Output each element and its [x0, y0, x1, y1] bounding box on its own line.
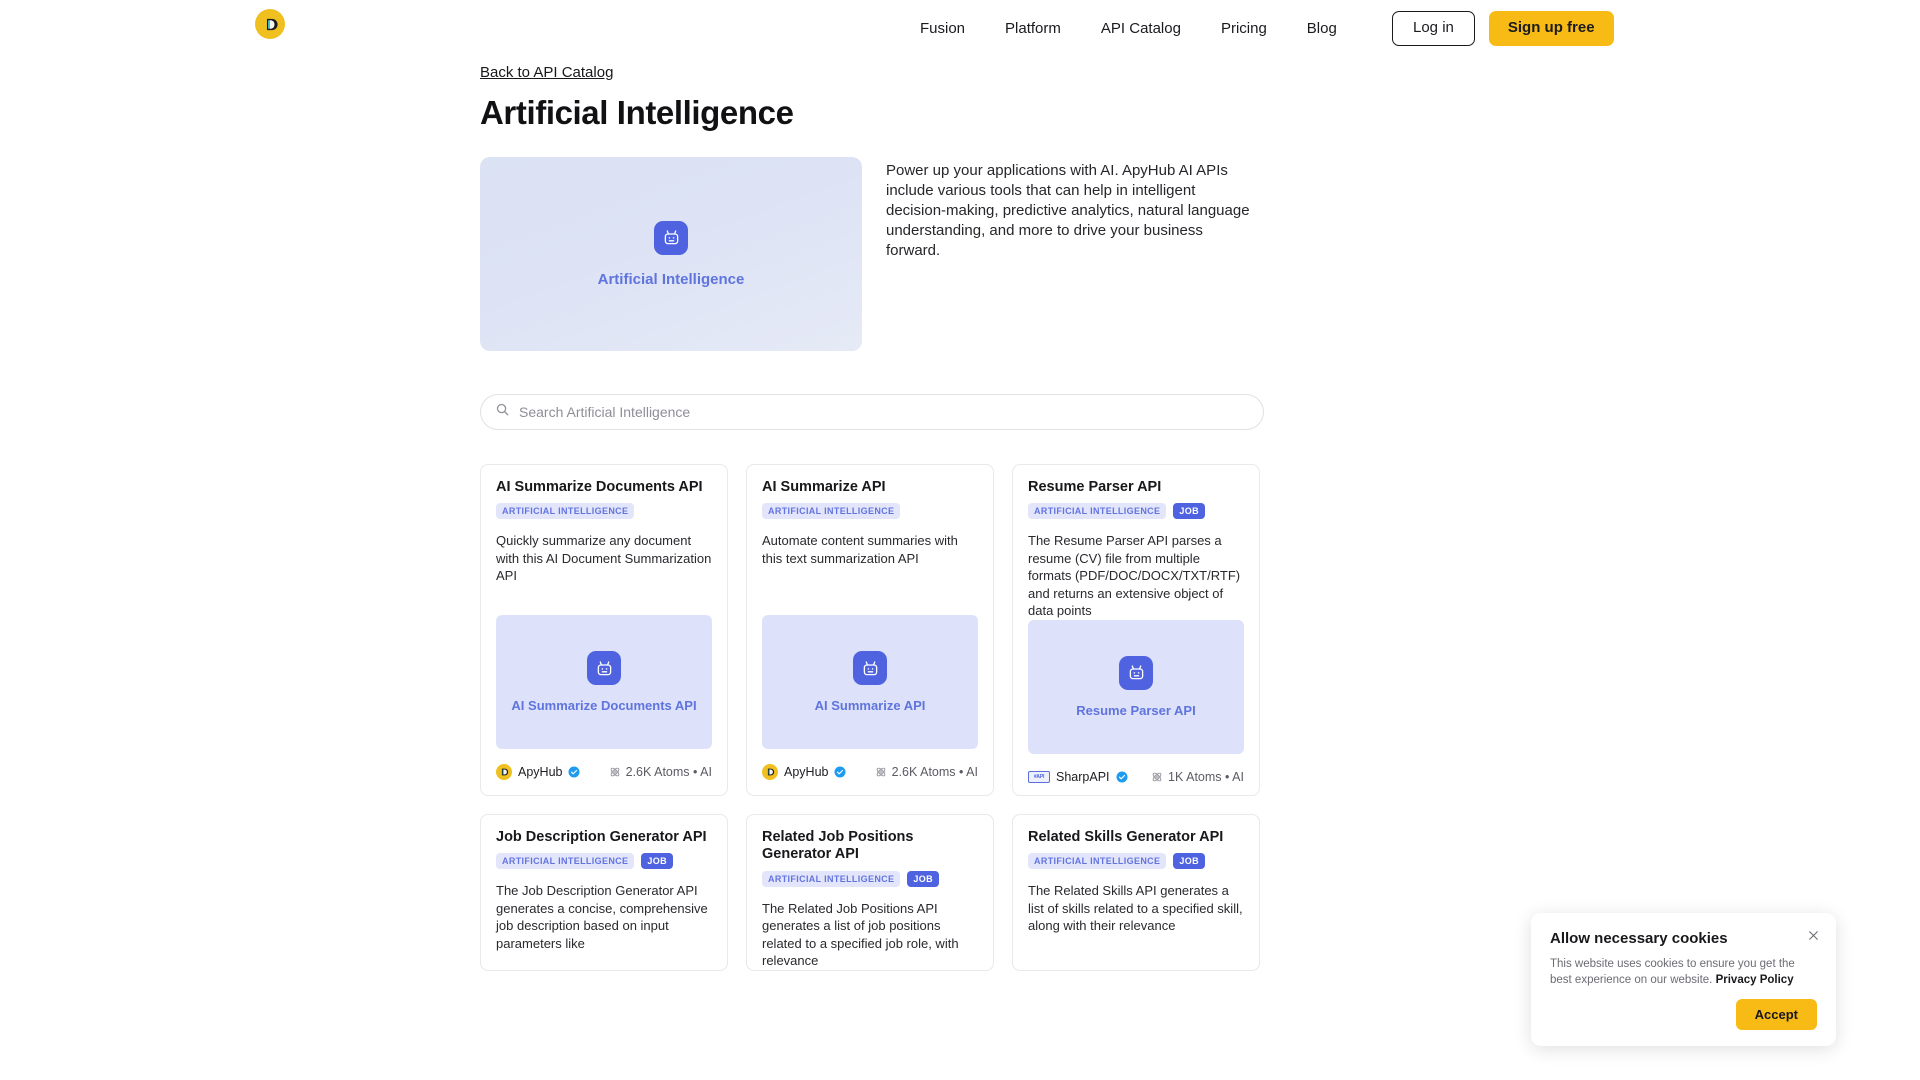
card-provider: ApyHub — [762, 764, 846, 780]
privacy-policy-link[interactable]: Privacy Policy — [1716, 974, 1794, 986]
search-icon — [495, 402, 510, 422]
api-card[interactable]: Related Job Positions Generator API ARTI… — [746, 814, 994, 971]
card-footer: #API SharpAPI 1K Atoms • AI — [1028, 754, 1244, 795]
badge-category: ARTIFICIAL INTELLIGENCE — [762, 503, 901, 520]
search-input[interactable] — [519, 404, 1249, 420]
card-title: Resume Parser API — [1028, 479, 1162, 495]
accept-cookies-button[interactable]: Accept — [1735, 999, 1817, 1030]
hero-description: Power up your applications with AI. ApyH… — [886, 162, 1250, 259]
signup-button[interactable]: Sign up free — [1488, 11, 1614, 46]
card-provider-name: ApyHub — [784, 765, 829, 779]
api-card-grid: AI Summarize Documents API ARTIFICIAL IN… — [480, 464, 1440, 971]
hero-section: Artificial Intelligence Power up your ap… — [480, 157, 1440, 351]
site-header: Fusion Platform API Catalog Pricing Blog… — [0, 0, 1920, 58]
nav-item-blog[interactable]: Blog — [1287, 0, 1357, 58]
card-badges: ARTIFICIAL INTELLIGENCE JOB — [762, 870, 978, 887]
apyhub-logo-icon — [255, 9, 285, 39]
card-description: The Job Description Generator API genera… — [496, 883, 708, 951]
card-atoms: 1K Atoms • AI — [1151, 770, 1244, 784]
atom-icon — [876, 767, 885, 777]
cookie-banner-title: Allow necessary cookies — [1550, 930, 1728, 947]
card-thumbnail-label: AI Summarize API — [814, 698, 926, 713]
card-provider: ApyHub — [496, 764, 580, 780]
page-content: Back to API Catalog Artificial Intellige… — [480, 60, 1440, 971]
badge-category: ARTIFICIAL INTELLIGENCE — [496, 853, 635, 870]
card-title: AI Summarize Documents API — [496, 479, 703, 495]
card-description: The Related Job Positions API generates … — [762, 900, 959, 969]
card-thumbnail-label: Resume Parser API — [1076, 702, 1196, 718]
apyhub-logo-icon — [496, 764, 512, 780]
robot-icon — [853, 651, 887, 685]
atom-icon — [1152, 772, 1162, 782]
nav-item-fusion[interactable]: Fusion — [900, 0, 985, 58]
card-atoms: 2.6K Atoms • AI — [875, 765, 978, 779]
api-card[interactable]: Resume Parser API ARTIFICIAL INTELLIGENC… — [1012, 464, 1260, 796]
card-thumbnail: AI Summarize Documents API — [496, 615, 712, 749]
search-box[interactable] — [480, 394, 1264, 430]
api-card[interactable]: Job Description Generator API ARTIFICIAL… — [480, 814, 728, 971]
apyhub-logo-link[interactable] — [255, 9, 285, 39]
api-card[interactable]: Related Skills Generator API ARTIFICIAL … — [1012, 814, 1260, 971]
hero-card-label: Artificial Intelligence — [597, 270, 745, 288]
card-title: Related Skills Generator API — [1028, 829, 1224, 845]
card-badges: ARTIFICIAL INTELLIGENCE JOB — [496, 853, 712, 870]
nav-item-api-catalog[interactable]: API Catalog — [1081, 0, 1201, 58]
api-card[interactable]: AI Summarize Documents API ARTIFICIAL IN… — [480, 464, 728, 796]
atom-icon — [610, 767, 619, 777]
verified-icon — [1116, 771, 1128, 783]
hero-card: Artificial Intelligence — [480, 157, 862, 351]
close-icon[interactable] — [1804, 926, 1822, 944]
cookie-consent-banner: Allow necessary cookies This website use… — [1531, 913, 1836, 1046]
badge-category: ARTIFICIAL INTELLIGENCE — [1028, 853, 1167, 870]
verified-icon — [568, 766, 580, 778]
card-title: Job Description Generator API — [496, 829, 707, 845]
card-badges: ARTIFICIAL INTELLIGENCE JOB — [1028, 853, 1244, 870]
card-provider-name: SharpAPI — [1056, 769, 1110, 784]
cookie-banner-text: This website uses cookies to ensure you … — [1550, 956, 1817, 988]
card-description: The Related Skills API generates a list … — [1028, 883, 1243, 934]
badge-job: JOB — [1173, 853, 1205, 870]
auth-buttons: Log in Sign up free — [1392, 11, 1614, 46]
card-atoms-label: 2.6K Atoms • AI — [891, 765, 978, 779]
card-provider: #API SharpAPI — [1028, 770, 1128, 784]
badge-job: JOB — [641, 853, 673, 870]
robot-icon — [654, 220, 688, 255]
badge-category: ARTIFICIAL INTELLIGENCE — [1028, 503, 1167, 520]
robot-icon — [1119, 655, 1153, 690]
page-title: Artificial Intelligence — [480, 94, 794, 131]
badge-job: JOB — [1173, 503, 1205, 520]
card-atoms: 2.6K Atoms • AI — [609, 765, 712, 779]
sharpapi-logo-icon: #API — [1028, 770, 1050, 783]
card-description: Automate content summaries with this tex… — [762, 533, 958, 566]
card-badges: ARTIFICIAL INTELLIGENCE JOB — [1028, 503, 1244, 520]
apyhub-logo-icon — [762, 764, 778, 780]
main-navigation: Fusion Platform API Catalog Pricing Blog — [900, 0, 1357, 58]
card-footer: ApyHub 2.6K Atoms • AI — [496, 749, 712, 795]
badge-category: ARTIFICIAL INTELLIGENCE — [762, 870, 901, 887]
card-footer: ApyHub 2.6K Atoms • AI — [762, 749, 978, 795]
card-provider-name: ApyHub — [518, 765, 563, 779]
card-title: Related Job Positions Generator API — [762, 829, 914, 863]
login-button[interactable]: Log in — [1392, 11, 1475, 46]
verified-icon — [834, 766, 846, 778]
card-description: The Resume Parser API parses a resume (C… — [1028, 533, 1241, 619]
api-card[interactable]: AI Summarize API ARTIFICIAL INTELLIGENCE… — [746, 464, 994, 796]
card-thumbnail: Resume Parser API — [1028, 619, 1244, 754]
badge-category: ARTIFICIAL INTELLIGENCE — [496, 503, 635, 520]
badge-job: JOB — [907, 870, 939, 887]
breadcrumb-back-link[interactable]: Back to API Catalog — [480, 64, 613, 81]
card-thumbnail: AI Summarize API — [762, 615, 978, 749]
robot-icon — [587, 651, 621, 685]
card-thumbnail-label: AI Summarize Documents API — [511, 698, 697, 713]
cookie-banner-actions: Accept — [1550, 999, 1817, 1030]
card-atoms-label: 2.6K Atoms • AI — [625, 765, 712, 779]
card-badges: ARTIFICIAL INTELLIGENCE — [496, 503, 712, 520]
nav-item-pricing[interactable]: Pricing — [1201, 0, 1287, 58]
card-badges: ARTIFICIAL INTELLIGENCE — [762, 503, 978, 520]
nav-item-platform[interactable]: Platform — [985, 0, 1081, 58]
card-atoms-label: 1K Atoms • AI — [1168, 769, 1244, 784]
card-title: AI Summarize API — [762, 479, 886, 495]
card-description: Quickly summarize any document with this… — [496, 533, 712, 584]
